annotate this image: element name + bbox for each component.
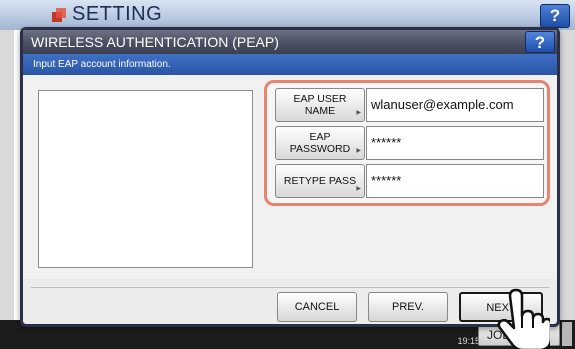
background-side-left	[0, 30, 14, 320]
triangle-right-icon: ▶	[356, 186, 361, 192]
prev-button[interactable]: PREV.	[368, 292, 448, 322]
retype-password-field[interactable]: ******	[366, 164, 544, 198]
status-bar-edge	[562, 322, 572, 346]
eap-user-name-button[interactable]: EAP USER NAME ▶	[275, 88, 365, 122]
eap-user-name-label-line2: NAME	[304, 105, 336, 117]
background-help-button[interactable]: ?	[540, 4, 570, 28]
retype-password-button[interactable]: RETYPE PASS ▶	[275, 164, 365, 198]
eap-user-name-field[interactable]: wlanuser@example.com	[366, 88, 544, 122]
triangle-right-icon: ▶	[356, 148, 361, 154]
eap-password-label-line2: PASSWORD	[289, 143, 351, 155]
retype-password-label: RETYPE PASS	[283, 175, 357, 187]
setting-logo-icon	[52, 8, 66, 22]
eap-password-button[interactable]: EAP PASSWORD ▶	[275, 126, 365, 160]
dialog-divider	[31, 287, 549, 288]
eap-password-field[interactable]: ******	[366, 126, 544, 160]
cancel-button[interactable]: CANCEL	[277, 292, 357, 322]
triangle-right-icon: ▶	[356, 110, 361, 116]
dialog-instruction: Input EAP account information.	[23, 54, 557, 75]
eap-user-name-label-line1: EAP USER	[293, 93, 347, 105]
dialog-help-button[interactable]: ?	[525, 31, 555, 53]
background-side-right	[560, 30, 575, 320]
eap-password-label-line1: EAP	[309, 131, 331, 143]
background-title: SETTING	[72, 3, 163, 25]
left-display-panel	[38, 90, 253, 268]
eap-account-field-group: EAP USER NAME ▶ wlanuser@example.com EAP…	[264, 80, 550, 206]
dialog-title: WIRELESS AUTHENTICATION (PEAP)	[23, 30, 557, 54]
peap-dialog: WIRELESS AUTHENTICATION (PEAP) ? Input E…	[20, 27, 560, 327]
hand-pointer-icon	[497, 288, 550, 349]
